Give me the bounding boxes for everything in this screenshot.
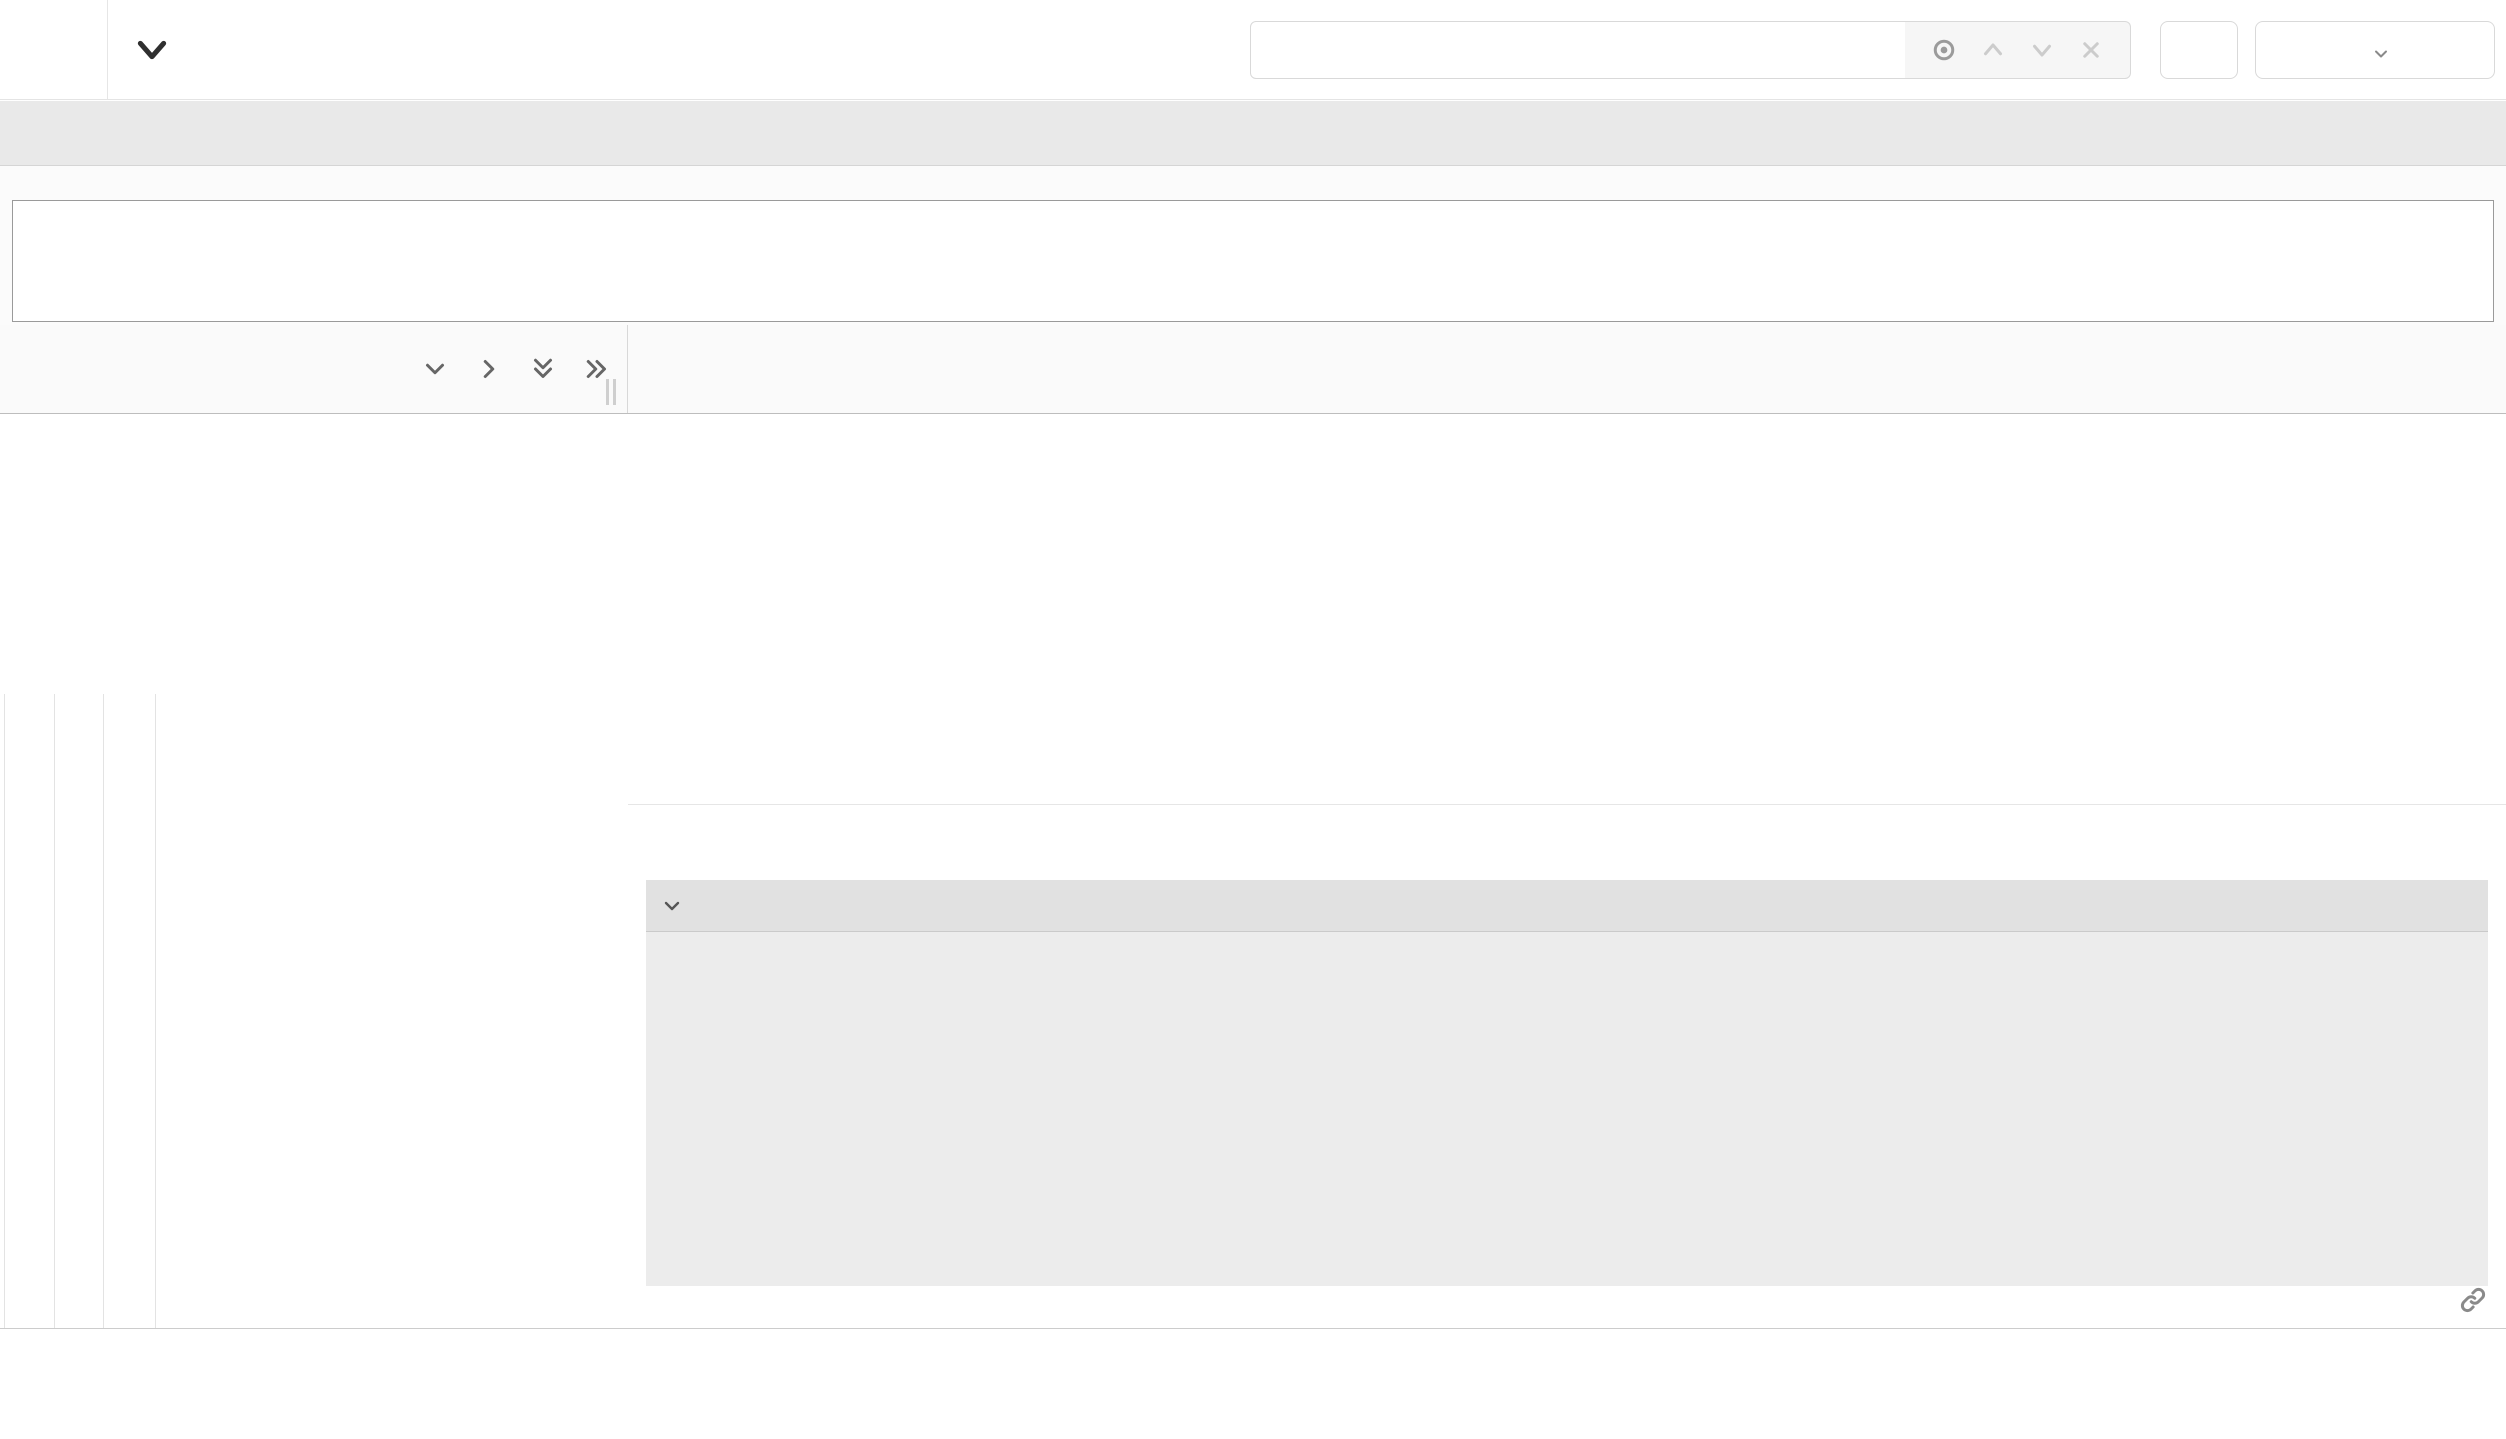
next-match-icon[interactable] xyxy=(2027,35,2057,65)
collapse-trace-chevron-icon[interactable] xyxy=(132,30,172,70)
prev-match-icon[interactable] xyxy=(1978,35,2008,65)
span-rows-bottom xyxy=(0,1329,2506,1439)
find-input[interactable] xyxy=(1250,21,1906,79)
view-selector-button[interactable] xyxy=(2255,21,2495,79)
locate-match-icon[interactable] xyxy=(1929,35,1959,65)
expand-one-icon[interactable] xyxy=(474,354,504,384)
logs-footer-note xyxy=(646,1228,2488,1286)
logs-header[interactable] xyxy=(646,880,2488,932)
column-resize-handle[interactable] xyxy=(606,379,624,405)
span-rows xyxy=(0,414,2506,694)
trace-view xyxy=(0,0,2506,1439)
span-detail-section xyxy=(0,694,2506,1329)
minimap-canvas[interactable] xyxy=(12,200,2494,322)
chevron-down-icon xyxy=(660,894,684,918)
logs-section xyxy=(646,880,2488,1286)
minimap-tick-labels xyxy=(12,170,2494,198)
copy-link-icon[interactable] xyxy=(2458,1285,2488,1315)
find-controls xyxy=(1905,21,2131,79)
timeline-header-left xyxy=(0,325,628,413)
top-bar xyxy=(0,0,2506,100)
chevron-down-icon xyxy=(2371,40,2391,60)
timeline-header xyxy=(0,325,2506,414)
span-id-row xyxy=(2434,1280,2488,1320)
detail-top-border xyxy=(628,694,2506,698)
trace-summary-bar xyxy=(0,101,2506,166)
back-button[interactable] xyxy=(0,0,108,99)
collapse-one-icon[interactable] xyxy=(420,354,450,384)
span-color-stripe xyxy=(193,694,203,1328)
detail-left-gutter xyxy=(0,694,628,1329)
span-detail-panel xyxy=(628,694,2506,1329)
trace-title-group xyxy=(132,0,202,99)
trace-minimap xyxy=(0,166,2506,325)
clear-find-icon[interactable] xyxy=(2076,35,2106,65)
keyboard-shortcuts-button[interactable] xyxy=(2160,21,2238,79)
detail-row-band xyxy=(203,694,628,1328)
collapse-all-icon[interactable] xyxy=(528,354,558,384)
timeline-tick-labels xyxy=(629,325,2506,413)
